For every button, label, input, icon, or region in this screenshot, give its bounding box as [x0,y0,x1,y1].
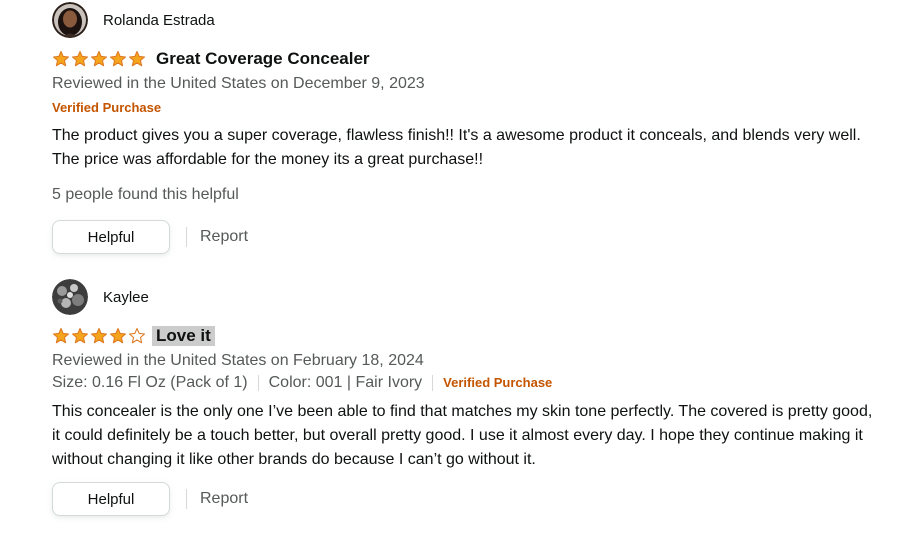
reviewer-profile[interactable]: Kaylee [52,278,880,316]
star-rating[interactable] [52,327,146,345]
review-title[interactable]: Love it [152,326,215,346]
profile-photo-avatar[interactable] [52,279,88,315]
helpful-button[interactable]: Helpful [52,220,170,254]
star-rating[interactable] [52,50,146,68]
reviewer-name[interactable]: Kaylee [103,289,149,306]
star-filled-icon [109,327,127,344]
variant-color[interactable]: Color: 001 | Fair Ivory [269,372,423,394]
review-date: Reviewed in the United States on Decembe… [52,75,425,92]
review-actions: Helpful Report [52,482,880,516]
star-filled-icon [109,50,127,67]
star-filled-icon [71,50,89,67]
product-variant-line: Size: 0.16 Fl Oz (Pack of 1) Color: 001 … [52,372,880,394]
reviewer-profile[interactable]: Rolanda Estrada [52,1,880,39]
profile-photo-avatar[interactable] [52,2,88,38]
verified-purchase-badge: Verified Purchase [443,375,553,390]
divider [432,375,434,391]
star-filled-icon [90,50,108,67]
star-filled-icon [90,327,108,344]
star-filled-icon [52,50,70,67]
review-body: This concealer is the only one I’ve been… [52,403,873,468]
verified-purchase-badge: Verified Purchase [52,100,162,115]
review-title[interactable]: Great Coverage Concealer [156,49,370,69]
review-date: Reviewed in the United States on Februar… [52,352,424,369]
verified-line: Verified Purchase [52,98,880,118]
report-link[interactable]: Report [200,228,248,246]
review-2: Kaylee Love it Reviewed in the United St… [52,278,880,516]
divider [257,375,259,391]
reviewer-name[interactable]: Rolanda Estrada [103,12,215,29]
star-filled-icon [71,327,89,344]
review-title-row: Great Coverage Concealer [52,48,880,70]
report-link[interactable]: Report [200,490,248,508]
review-body: The product gives you a super coverage, … [52,127,861,168]
review-1: Rolanda Estrada Great Coverage Concealer… [52,1,880,254]
review-actions: Helpful Report [52,220,880,254]
divider [186,489,187,509]
review-title-row: Love it [52,325,880,347]
variant-size[interactable]: Size: 0.16 Fl Oz (Pack of 1) [52,372,248,394]
star-filled-icon [52,327,70,344]
helpful-button[interactable]: Helpful [52,482,170,516]
star-empty-icon [128,327,146,344]
divider [186,227,187,247]
star-filled-icon [128,50,146,67]
helpful-count: 5 people found this helpful [52,186,239,203]
